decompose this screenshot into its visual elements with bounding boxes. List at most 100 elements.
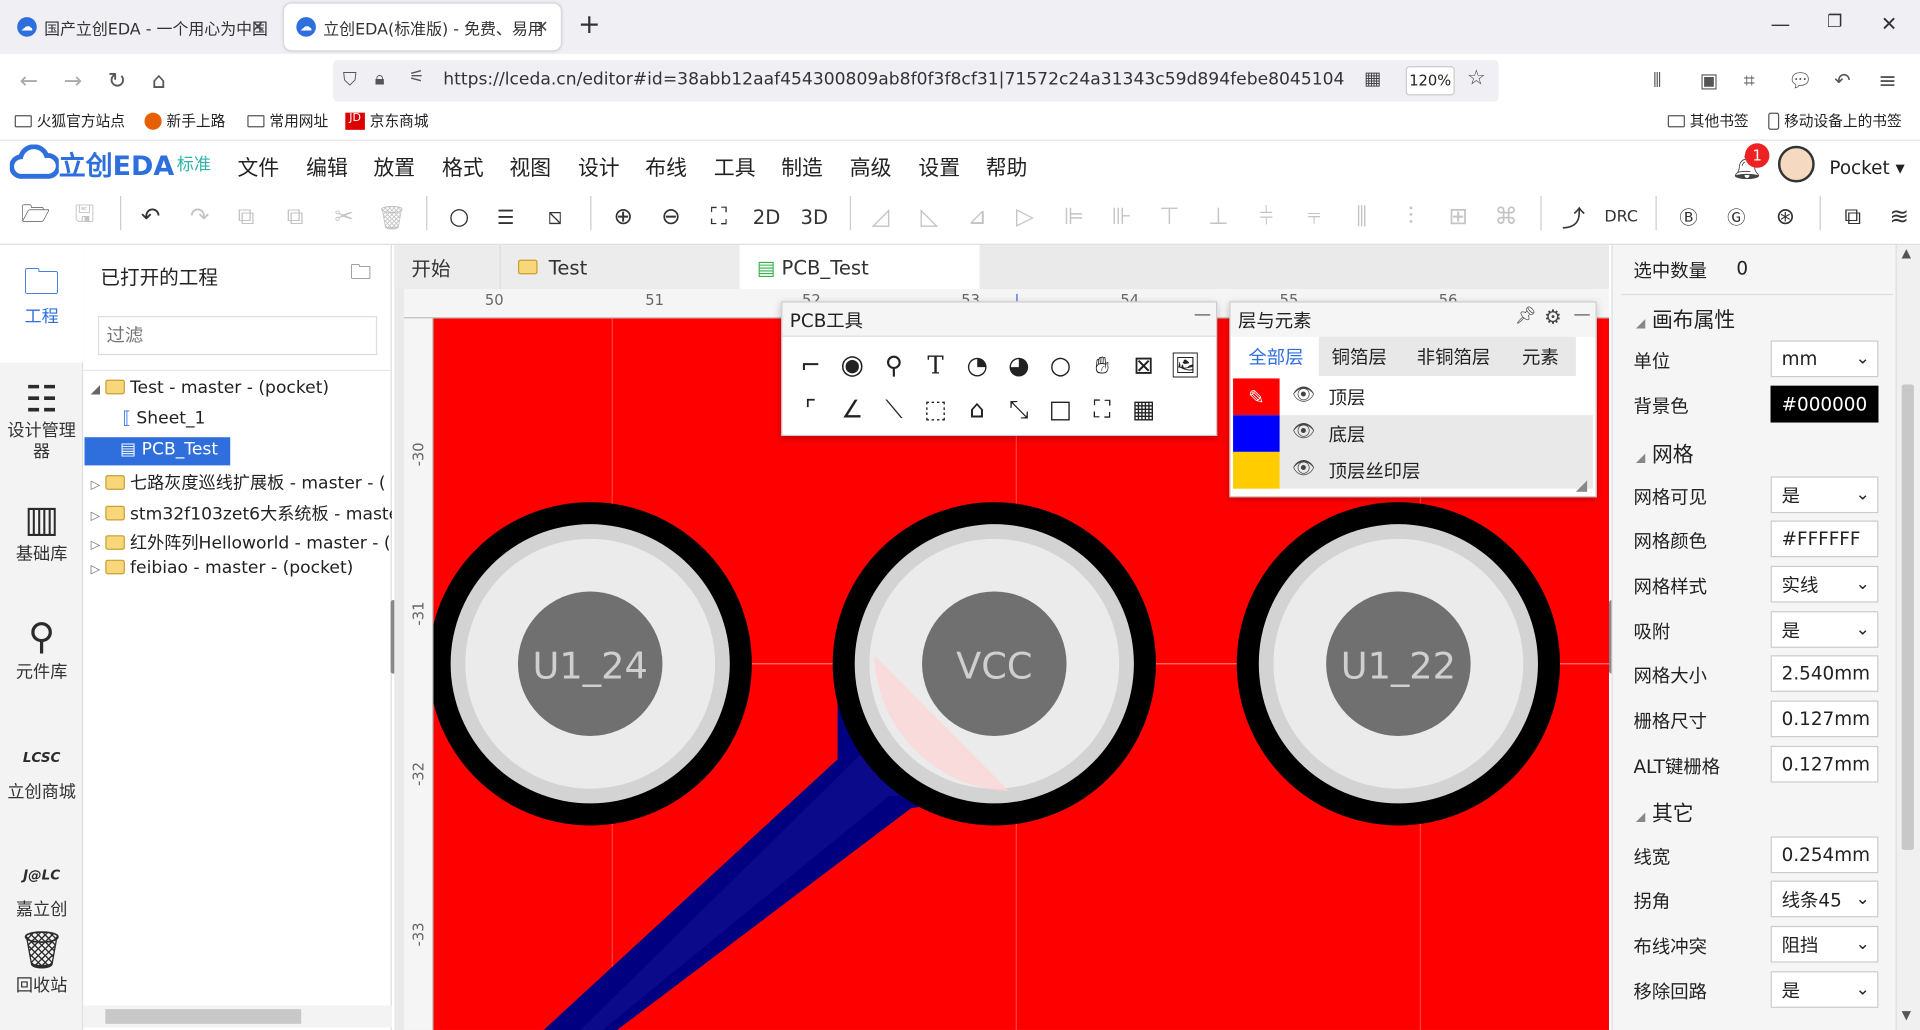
grid-style-select[interactable]: 实线 ⌄	[1770, 565, 1879, 603]
layer-row-top[interactable]: ✎ 👁︎ 顶层	[1233, 378, 1594, 416]
user-menu[interactable]: Pocket ▾	[1829, 157, 1904, 179]
bookmark-item[interactable]: 其他书签	[1667, 110, 1749, 131]
menu-format[interactable]: 格式	[442, 151, 484, 181]
bookmark-item[interactable]: 火狐官方站点	[14, 110, 125, 131]
nav-component-library[interactable]: ⚲ 元件库	[0, 617, 83, 683]
minimize-panel-icon[interactable]: —	[1194, 305, 1211, 325]
grid-dim-field[interactable]: 0.127mm	[1770, 700, 1879, 738]
undo-icon[interactable]: ↶	[132, 198, 169, 235]
grid-visible-select[interactable]: 是 ⌄	[1770, 476, 1879, 514]
connect-tool-icon[interactable]: ⟍	[876, 391, 913, 428]
sidebar-icon[interactable]: ▣	[1700, 69, 1719, 92]
redo-icon[interactable]: ↷	[181, 198, 218, 235]
align-right-icon[interactable]: ⊪	[1103, 198, 1140, 235]
align-center-v-icon[interactable]: ⫧	[1296, 198, 1333, 235]
reload-icon[interactable]: ↻	[108, 69, 126, 95]
bookmark-item[interactable]: 常用网址	[247, 110, 328, 131]
paste-icon[interactable]: ⧉	[277, 198, 314, 235]
chat-icon[interactable]: 💬︎	[1788, 69, 1813, 92]
zoom-in-icon[interactable]: ⊕	[605, 198, 642, 235]
bookmark-item[interactable]: 移动设备上的书签	[1768, 110, 1902, 131]
line-tool-icon[interactable]: ⌜	[792, 391, 829, 428]
copper-area-tool-icon[interactable]: ⛶	[1084, 391, 1121, 428]
pin-icon[interactable]: 📌︎	[1515, 306, 1537, 326]
layer-color-swatch[interactable]	[1233, 415, 1280, 452]
search-icon[interactable]: ○	[441, 198, 478, 235]
menu-design[interactable]: 设计	[578, 151, 620, 181]
copy-icon[interactable]: ⧉	[228, 198, 265, 235]
filter-input[interactable]	[97, 315, 378, 356]
delete-icon[interactable]: 🗑︎	[373, 198, 410, 235]
vertical-scrollbar[interactable]: ▲ ▼	[1895, 244, 1920, 1030]
minimize-window-icon[interactable]: —	[1771, 12, 1791, 35]
tab-all-layers[interactable]: 全部层	[1233, 336, 1319, 376]
line-width-field[interactable]: 0.254mm	[1770, 836, 1879, 874]
resize-handle-icon[interactable]: ◢	[1576, 476, 1587, 493]
menu-file[interactable]: 文件	[238, 151, 280, 181]
menu-route[interactable]: 布线	[645, 151, 687, 181]
flip-icon[interactable]: ⊿	[959, 198, 996, 235]
pencil-icon[interactable]: ✎	[1233, 378, 1280, 416]
save-icon[interactable]: 🖫︎	[66, 198, 103, 235]
zoom-out-icon[interactable]: ⊖	[653, 198, 690, 235]
nav-jlc[interactable]: J@LC 嘉立创	[0, 855, 83, 921]
bookmark-star-icon[interactable]: ☆	[1467, 66, 1486, 90]
close-window-icon[interactable]: ✕	[1881, 12, 1897, 35]
tree-item-pcb[interactable]: ▤ PCB_Test	[120, 440, 218, 460]
menu-settings[interactable]: 设置	[918, 151, 960, 181]
undo-close-icon[interactable]: ↶	[1834, 69, 1850, 92]
tab-elements[interactable]: 元素	[1507, 337, 1573, 376]
eye-icon[interactable]: 👁︎	[1292, 457, 1315, 479]
menu-place[interactable]: 放置	[373, 151, 415, 181]
canvas-props-header[interactable]: ◢ 画布属性	[1636, 303, 1735, 333]
snap-select[interactable]: 是 ⌄	[1770, 611, 1879, 648]
menu-advanced[interactable]: 高级	[850, 151, 892, 181]
import-changes-icon[interactable]: ⤴	[1555, 198, 1592, 235]
photo-view-tool-icon[interactable]: ▦	[1125, 391, 1162, 428]
layer-row-top-silk[interactable]: 👁︎ 顶层丝印层	[1233, 451, 1594, 489]
align-top-icon[interactable]: ⊤	[1151, 198, 1188, 235]
bookmark-item[interactable]: JD 京东商城	[345, 110, 429, 131]
group-icon[interactable]: ⌘	[1488, 198, 1525, 235]
tree-item-schematic[interactable]: ⟦ Sheet_1	[122, 409, 205, 429]
rectangle-tool-icon[interactable]: □	[1042, 391, 1079, 428]
distribute-v-icon[interactable]: ⫶	[1392, 198, 1429, 235]
find-list-icon[interactable]: ☰	[487, 198, 524, 235]
open-folder-icon[interactable]: 🗀︎	[350, 257, 371, 293]
scroll-thumb[interactable]	[1901, 384, 1914, 850]
align-left-icon[interactable]: ⊫	[1056, 198, 1093, 235]
cut-icon[interactable]: ✂	[326, 198, 363, 235]
align-bottom-icon[interactable]: ⊥	[1200, 198, 1237, 235]
other-header[interactable]: ◢ 其它	[1636, 796, 1694, 826]
nav-project[interactable]: 🗀︎ 工程	[0, 261, 83, 328]
open-icon[interactable]: 🗁︎	[17, 198, 54, 235]
tree-item-project[interactable]: ▷ 七路灰度巡线扩展板 - master - (	[91, 470, 392, 494]
eye-icon[interactable]: 👁︎	[1292, 383, 1315, 405]
layer-row-bottom[interactable]: 👁︎ 底层	[1233, 415, 1594, 452]
nav-lcsc[interactable]: LCSC 立创商城	[0, 737, 83, 803]
scroll-thumb[interactable]	[105, 1009, 302, 1024]
image-tool-icon[interactable]: 🖼︎	[1167, 347, 1204, 384]
via-tool-icon[interactable]: ⚲	[876, 347, 913, 384]
rotate-left-icon[interactable]: ◺	[911, 198, 948, 235]
grid-header[interactable]: ◢ 网格	[1636, 437, 1694, 467]
tree-item-project[interactable]: ▷ stm32f103zet6大系统板 - master	[91, 501, 392, 525]
menu-fabrication[interactable]: 制造	[781, 151, 823, 181]
align-center-h-icon[interactable]: ⫩	[1248, 198, 1285, 235]
align-grid-icon[interactable]: ⊞	[1440, 198, 1477, 235]
avatar[interactable]	[1777, 145, 1815, 183]
eye-icon[interactable]: 👁︎	[1292, 420, 1315, 442]
menu-icon[interactable]: ≡	[1878, 69, 1896, 95]
new-tab-button[interactable]: +	[578, 10, 601, 41]
image-export-icon[interactable]: ⧉	[1834, 198, 1871, 235]
view-3d-button[interactable]: 3D	[796, 198, 833, 235]
grid-color-field[interactable]: #FFFFFF	[1770, 520, 1879, 558]
library-icon[interactable]: ⫴	[1653, 69, 1661, 93]
background-color-field[interactable]: #000000	[1770, 385, 1879, 423]
gerber-icon[interactable]: Ⓖ	[1718, 198, 1755, 235]
menu-edit[interactable]: 编辑	[306, 151, 348, 181]
scroll-down-icon[interactable]: ▼	[1902, 1009, 1911, 1022]
hole-tool-icon[interactable]: ⊠	[1125, 347, 1162, 384]
back-icon[interactable]: ←	[20, 69, 38, 95]
grid-size-field[interactable]: 2.540mm	[1770, 655, 1879, 692]
